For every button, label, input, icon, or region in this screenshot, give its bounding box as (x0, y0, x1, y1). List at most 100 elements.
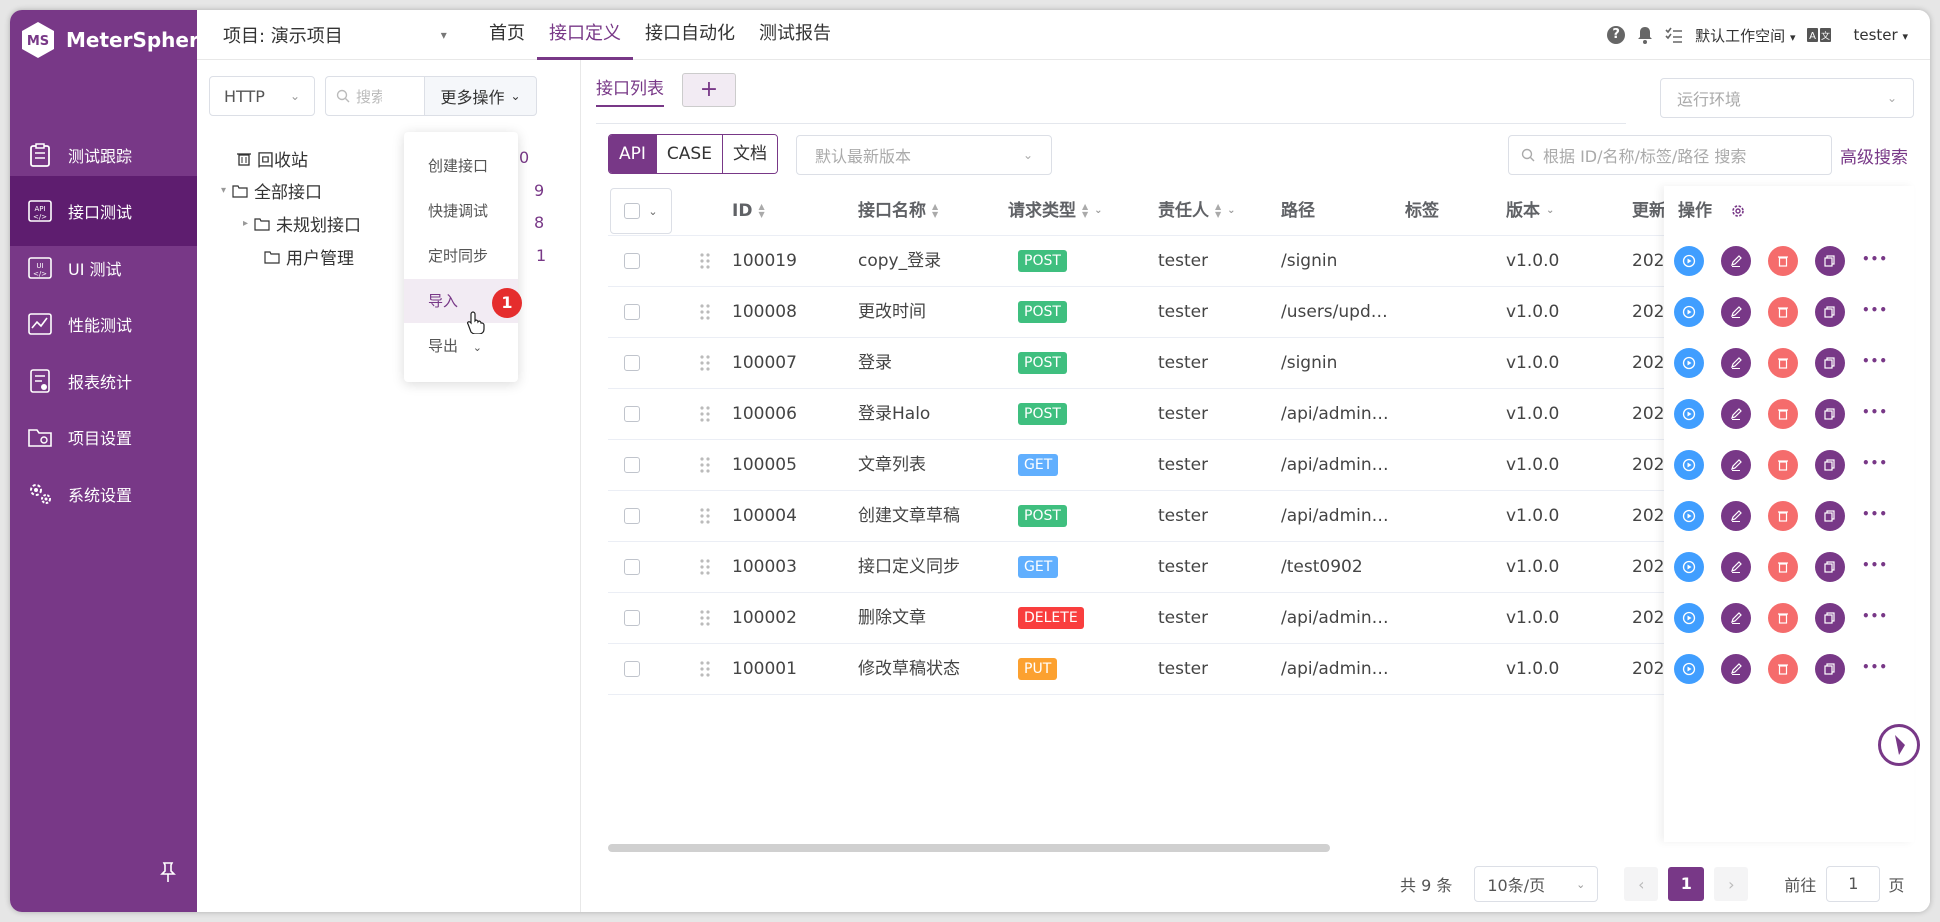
column-updated[interactable]: 更新 (1632, 186, 1666, 236)
copy-button[interactable] (1815, 246, 1845, 276)
delete-button[interactable] (1768, 501, 1798, 531)
drag-handle-icon[interactable] (700, 304, 710, 320)
tree-item-user-mgmt[interactable]: 用户管理 (264, 244, 354, 269)
copy-button[interactable] (1815, 552, 1845, 582)
column-name[interactable]: 接口名称 ▲ ▼ (858, 186, 938, 236)
copy-button[interactable] (1815, 501, 1845, 531)
menu-api-definition[interactable]: 接口定义 (537, 10, 633, 60)
workspace-selector[interactable]: 默认工作空间 ▾ (1695, 25, 1795, 46)
menu-home[interactable]: 首页 (477, 10, 537, 60)
tree-item-recycle[interactable]: 回收站 (237, 146, 308, 171)
sort-icon[interactable]: ▲ ▼ (932, 203, 938, 219)
mode-doc-button[interactable]: 文档 (721, 135, 777, 173)
compass-icon[interactable] (1878, 724, 1920, 766)
advanced-search-link[interactable]: 高级搜索 (1840, 143, 1908, 168)
project-selector[interactable]: 项目: 演示项目 ▾ (223, 22, 447, 48)
copy-button[interactable] (1815, 297, 1845, 327)
more-icon[interactable]: ••• (1862, 448, 1888, 478)
more-icon[interactable]: ••• (1862, 601, 1888, 631)
language-icon[interactable]: A文 (1807, 27, 1832, 43)
more-icon[interactable]: ••• (1862, 397, 1888, 427)
run-button[interactable] (1674, 450, 1704, 480)
delete-button[interactable] (1768, 399, 1798, 429)
current-page[interactable]: 1 (1668, 867, 1705, 901)
run-button[interactable] (1674, 603, 1704, 633)
column-owner[interactable]: 责任人 ▲ ▼ ⌄ (1158, 186, 1236, 236)
drag-handle-icon[interactable] (700, 508, 710, 524)
more-icon[interactable]: ••• (1862, 295, 1888, 325)
settings-icon[interactable] (1730, 203, 1746, 219)
row-checkbox[interactable] (624, 304, 640, 320)
more-icon[interactable]: ••• (1862, 652, 1888, 682)
add-tab-button[interactable]: + (682, 73, 736, 107)
task-list-icon[interactable] (1665, 27, 1683, 43)
drag-handle-icon[interactable] (700, 610, 710, 626)
drag-handle-icon[interactable] (700, 457, 710, 473)
user-menu[interactable]: tester ▾ (1853, 26, 1908, 44)
sidebar-item-6[interactable]: 系统设置 (10, 459, 197, 529)
bell-icon[interactable] (1637, 26, 1653, 44)
delete-button[interactable] (1768, 348, 1798, 378)
run-button[interactable] (1674, 552, 1704, 582)
run-button[interactable] (1674, 246, 1704, 276)
more-icon[interactable]: ••• (1862, 244, 1888, 274)
row-checkbox[interactable] (624, 610, 640, 626)
run-button[interactable] (1674, 399, 1704, 429)
row-checkbox[interactable] (624, 406, 640, 422)
tree-item-all[interactable]: ▾ 全部接口 (221, 178, 322, 203)
column-id[interactable]: ID ▲ ▼ (732, 186, 765, 236)
run-button[interactable] (1674, 348, 1704, 378)
mode-case-button[interactable]: CASE (655, 135, 722, 173)
api-search-input[interactable]: 根据 ID/名称/标签/路径 搜索 (1508, 135, 1832, 175)
column-version[interactable]: 版本 ⌄ (1506, 186, 1554, 236)
filter-icon[interactable]: ⌄ (1094, 186, 1102, 236)
copy-button[interactable] (1815, 654, 1845, 684)
column-method[interactable]: 请求类型 ▲ ▼ ⌄ (1008, 186, 1103, 236)
copy-button[interactable] (1815, 348, 1845, 378)
row-checkbox[interactable] (624, 355, 640, 371)
next-page-button[interactable]: › (1714, 867, 1749, 901)
edit-button[interactable] (1721, 603, 1751, 633)
drag-handle-icon[interactable] (700, 355, 710, 371)
select-all-dropdown[interactable]: ⌄ (610, 188, 672, 234)
edit-button[interactable] (1721, 297, 1751, 327)
filter-icon[interactable]: ⌄ (1227, 186, 1235, 236)
menu-api-automation[interactable]: 接口自动化 (633, 10, 747, 60)
protocol-select[interactable]: HTTP ⌄ (209, 76, 315, 116)
delete-button[interactable] (1768, 450, 1798, 480)
tab-api-list[interactable]: 接口列表 (596, 74, 664, 107)
prev-page-button[interactable]: ‹ (1624, 867, 1659, 901)
edit-button[interactable] (1721, 246, 1751, 276)
menu-test-report[interactable]: 测试报告 (747, 10, 843, 60)
copy-button[interactable] (1815, 603, 1845, 633)
run-button[interactable] (1674, 501, 1704, 531)
sort-icon[interactable]: ▲ ▼ (1215, 203, 1221, 219)
delete-button[interactable] (1768, 603, 1798, 633)
menu-item-export[interactable]: 导出 ⌄ (404, 324, 518, 368)
edit-button[interactable] (1721, 348, 1751, 378)
filter-icon[interactable]: ⌄ (1546, 186, 1554, 236)
delete-button[interactable] (1768, 552, 1798, 582)
edit-button[interactable] (1721, 654, 1751, 684)
row-checkbox[interactable] (624, 661, 640, 677)
menu-item-scheduled-sync[interactable]: 定时同步 (404, 234, 518, 278)
more-icon[interactable]: ••• (1862, 550, 1888, 580)
delete-button[interactable] (1768, 297, 1798, 327)
delete-button[interactable] (1768, 654, 1798, 684)
edit-button[interactable] (1721, 450, 1751, 480)
sort-icon[interactable]: ▲ ▼ (758, 203, 764, 219)
sort-icon[interactable]: ▲ ▼ (1082, 203, 1088, 219)
copy-button[interactable] (1815, 450, 1845, 480)
pin-icon[interactable] (156, 860, 180, 884)
tree-item-unplanned[interactable]: ▸ 未规划接口 (243, 211, 361, 236)
logo[interactable]: MS MeterSphere (18, 18, 212, 62)
copy-button[interactable] (1815, 399, 1845, 429)
goto-page-input[interactable]: 1 (1826, 866, 1881, 902)
drag-handle-icon[interactable] (700, 559, 710, 575)
horizontal-scrollbar[interactable] (608, 844, 1330, 852)
row-checkbox[interactable] (624, 559, 640, 575)
menu-item-quick-debug[interactable]: 快捷调试 (404, 189, 518, 233)
row-checkbox[interactable] (624, 253, 640, 269)
more-icon[interactable]: ••• (1862, 499, 1888, 529)
row-checkbox[interactable] (624, 457, 640, 473)
